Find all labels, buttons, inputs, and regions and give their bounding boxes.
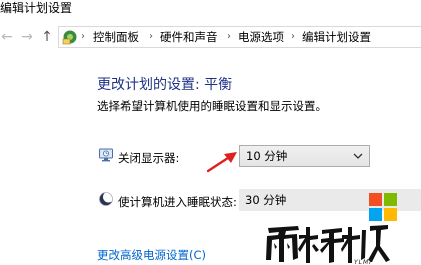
page-description: 选择希望计算机使用的睡眠设置和显示设置。	[97, 99, 327, 113]
navigation-bar: ← → ↑ › 控制面板 › 硬件和声音 › 电源选项 › 编辑计划设置	[0, 20, 421, 54]
sleep-moon-icon	[99, 191, 114, 206]
breadcrumb-control-panel[interactable]: 控制面板	[93, 27, 139, 47]
breadcrumb-edit-plan[interactable]: 编辑计划设置	[302, 27, 371, 47]
address-bar[interactable]: › 控制面板 › 硬件和声音 › 电源选项 › 编辑计划设置	[58, 26, 421, 48]
ylmf-watermark-logo: YLMF	[266, 225, 390, 265]
chevron-down-icon	[353, 153, 363, 159]
breadcrumb-power-options[interactable]: 电源选项	[238, 27, 284, 47]
breadcrumb-hardware-sound[interactable]: 硬件和声音	[160, 27, 218, 47]
breadcrumb-separator: ›	[81, 31, 85, 42]
turn-off-display-label: 关闭显示器:	[118, 151, 180, 165]
window-title: 编辑计划设置	[0, 1, 73, 15]
window-titlebar: 编辑计划设置	[0, 0, 421, 20]
up-arrow-icon[interactable]: ↑	[40, 20, 54, 54]
windows-logo	[369, 193, 397, 221]
sleep-label: 使计算机进入睡眠状态:	[118, 195, 237, 209]
display-off-icon	[99, 148, 113, 162]
turn-off-display-value: 10 分钟	[246, 149, 288, 163]
breadcrumb-separator: ›	[227, 31, 231, 42]
svg-text:YLMF: YLMF	[354, 259, 374, 265]
page-title: 更改计划的设置: 平衡	[97, 77, 233, 93]
advanced-power-settings-link[interactable]: 更改高级电源设置(C)	[97, 247, 206, 263]
sleep-value: 30 分钟	[245, 193, 287, 207]
annotation-arrow-icon	[206, 152, 237, 173]
back-arrow-icon[interactable]: ←	[0, 20, 14, 54]
forward-arrow-icon[interactable]: →	[20, 20, 34, 54]
breadcrumb-separator: ›	[149, 31, 153, 42]
turn-off-display-select[interactable]: 10 分钟	[239, 145, 370, 167]
breadcrumb-separator: ›	[291, 31, 295, 42]
control-panel-icon	[62, 30, 77, 45]
